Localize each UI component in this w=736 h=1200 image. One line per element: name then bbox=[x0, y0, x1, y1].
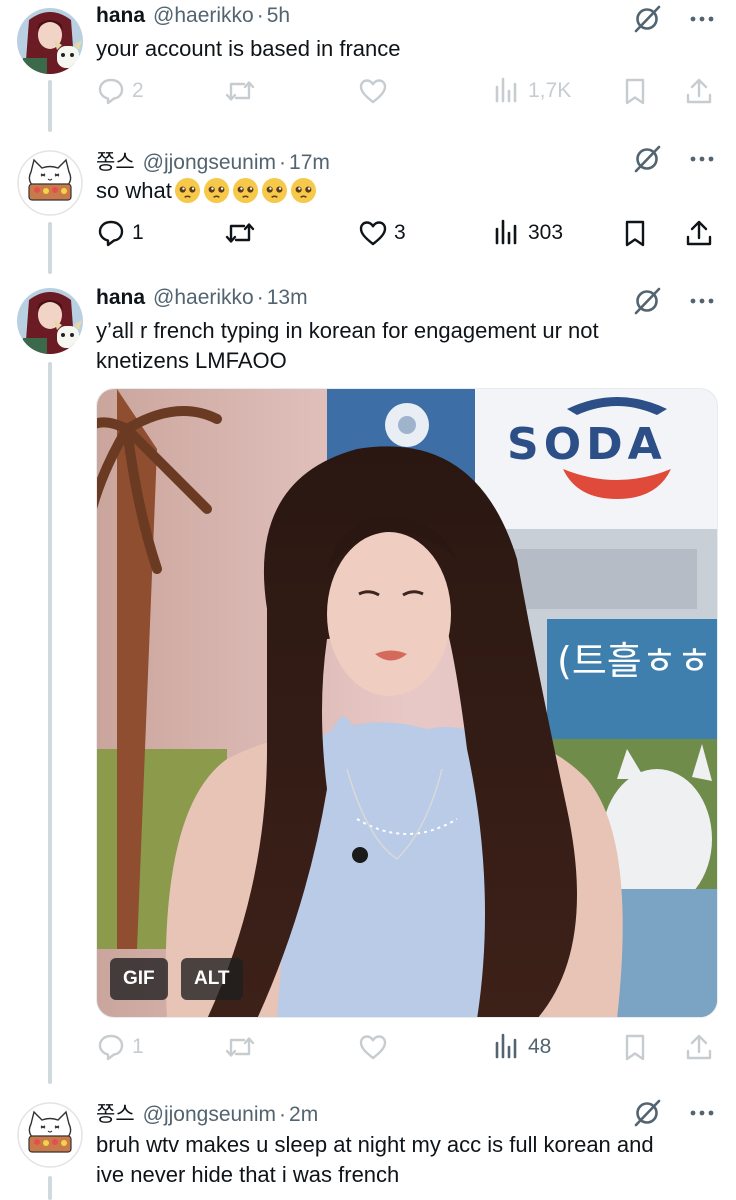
tweet[interactable]: hana @haerikko · 5h your account is base… bbox=[0, 0, 736, 130]
share-icon bbox=[686, 78, 712, 104]
separator-dot: · bbox=[256, 4, 264, 27]
pleading-face-emoji bbox=[232, 177, 258, 204]
separator-dot: · bbox=[256, 286, 264, 309]
display-name[interactable]: hana bbox=[96, 4, 145, 28]
display-name[interactable]: 쫑스 bbox=[96, 146, 135, 176]
timestamp[interactable]: 5h bbox=[267, 4, 290, 28]
timestamp[interactable]: 17m bbox=[289, 151, 330, 175]
share-icon bbox=[686, 1034, 712, 1060]
bookmark-button[interactable] bbox=[620, 1032, 650, 1062]
avatar[interactable] bbox=[17, 1102, 83, 1168]
bookmark-icon bbox=[625, 78, 645, 105]
share-icon bbox=[686, 220, 712, 246]
tweet-text-line: ive never hide that i was french bbox=[96, 1162, 400, 1187]
tweet-text-line: knetizens LMFAOO bbox=[96, 348, 287, 373]
handle[interactable]: @haerikko bbox=[153, 4, 254, 28]
timestamp[interactable]: 2m bbox=[289, 1103, 318, 1127]
handle[interactable]: @jjongseunim bbox=[143, 1103, 276, 1127]
more-icon[interactable] bbox=[690, 15, 714, 23]
display-name[interactable]: 쫑스 bbox=[96, 1098, 135, 1128]
more-icon[interactable] bbox=[690, 1109, 714, 1117]
grok-icon[interactable] bbox=[632, 4, 662, 34]
reply-button[interactable]: 2 bbox=[96, 76, 144, 106]
video-caption: (트흘ㅎㅎ bbox=[557, 639, 712, 683]
views-count: 1,7K bbox=[528, 79, 572, 102]
views-button[interactable]: 303 bbox=[492, 218, 563, 248]
tweet-text: so what bbox=[96, 176, 676, 206]
soda-sign-text: SODA bbox=[507, 419, 667, 470]
tweet-text-body: so what bbox=[96, 178, 172, 203]
like-icon bbox=[359, 221, 387, 246]
more-icon[interactable] bbox=[690, 297, 714, 305]
pleading-face-emoji bbox=[261, 177, 287, 204]
tweet-text: bruh wtv makes u sleep at night my acc i… bbox=[96, 1130, 676, 1190]
bookmark-icon bbox=[625, 220, 645, 247]
reply-count: 1 bbox=[132, 221, 144, 244]
reply-count: 2 bbox=[132, 79, 144, 102]
tweet[interactable]: 쫑스 @jjongseunim · 17m so what 1 3 303 bbox=[0, 138, 736, 270]
tweet-text: y’all r french typing in korean for enga… bbox=[96, 316, 676, 376]
bookmark-button[interactable] bbox=[620, 218, 650, 248]
like-icon bbox=[359, 79, 387, 104]
avatar[interactable] bbox=[17, 288, 83, 354]
reply-icon bbox=[98, 78, 124, 105]
tweet-text-line: y’all r french typing in korean for enga… bbox=[96, 318, 599, 343]
alt-badge[interactable]: ALT bbox=[181, 958, 243, 1000]
retweet-icon bbox=[225, 81, 255, 101]
pleading-face-emoji bbox=[203, 177, 229, 204]
pleading-face-emoji bbox=[174, 177, 200, 204]
separator-dot: · bbox=[279, 151, 287, 174]
share-button[interactable] bbox=[684, 76, 714, 106]
timestamp[interactable]: 13m bbox=[267, 286, 308, 310]
avatar[interactable] bbox=[17, 150, 83, 216]
handle[interactable]: @haerikko bbox=[153, 286, 254, 310]
handle[interactable]: @jjongseunim bbox=[143, 151, 276, 175]
gif-badge[interactable]: GIF bbox=[110, 958, 168, 1000]
separator-dot: · bbox=[279, 1103, 287, 1126]
views-icon bbox=[495, 77, 517, 103]
grok-icon[interactable] bbox=[632, 286, 662, 316]
grok-icon[interactable] bbox=[632, 144, 662, 174]
tweet-text-line: bruh wtv makes u sleep at night my acc i… bbox=[96, 1132, 654, 1157]
grok-icon[interactable] bbox=[632, 1098, 662, 1128]
tweet-text: your account is based in france bbox=[96, 36, 401, 61]
retweet-icon bbox=[225, 223, 255, 243]
bookmark-button[interactable] bbox=[620, 76, 650, 106]
views-button[interactable]: 1,7K bbox=[492, 76, 571, 106]
display-name[interactable]: hana bbox=[96, 286, 145, 310]
like-count: 3 bbox=[394, 221, 406, 244]
retweet-button[interactable] bbox=[224, 76, 262, 106]
pleading-face-emoji bbox=[290, 177, 316, 204]
share-button[interactable] bbox=[684, 218, 714, 248]
views-count: 48 bbox=[528, 1035, 552, 1058]
more-icon[interactable] bbox=[690, 155, 714, 163]
like-button[interactable] bbox=[358, 76, 394, 106]
views-button[interactable]: 48 bbox=[492, 1032, 551, 1062]
reply-button[interactable]: 1 bbox=[96, 218, 144, 248]
views-icon bbox=[495, 219, 517, 245]
tweet[interactable]: 쫑스 @jjongseunim · 2m bruh wtv makes u sl… bbox=[0, 1090, 736, 1200]
bookmark-icon bbox=[625, 1034, 645, 1061]
share-button[interactable] bbox=[684, 1032, 714, 1062]
like-button[interactable]: 3 bbox=[358, 218, 406, 248]
reply-icon bbox=[98, 220, 124, 247]
media-gif[interactable]: SODA (트흘ㅎㅎ bbox=[96, 388, 718, 1018]
avatar[interactable] bbox=[17, 8, 83, 74]
views-count: 303 bbox=[528, 221, 564, 244]
views-icon bbox=[495, 1033, 517, 1059]
retweet-button[interactable] bbox=[224, 218, 262, 248]
